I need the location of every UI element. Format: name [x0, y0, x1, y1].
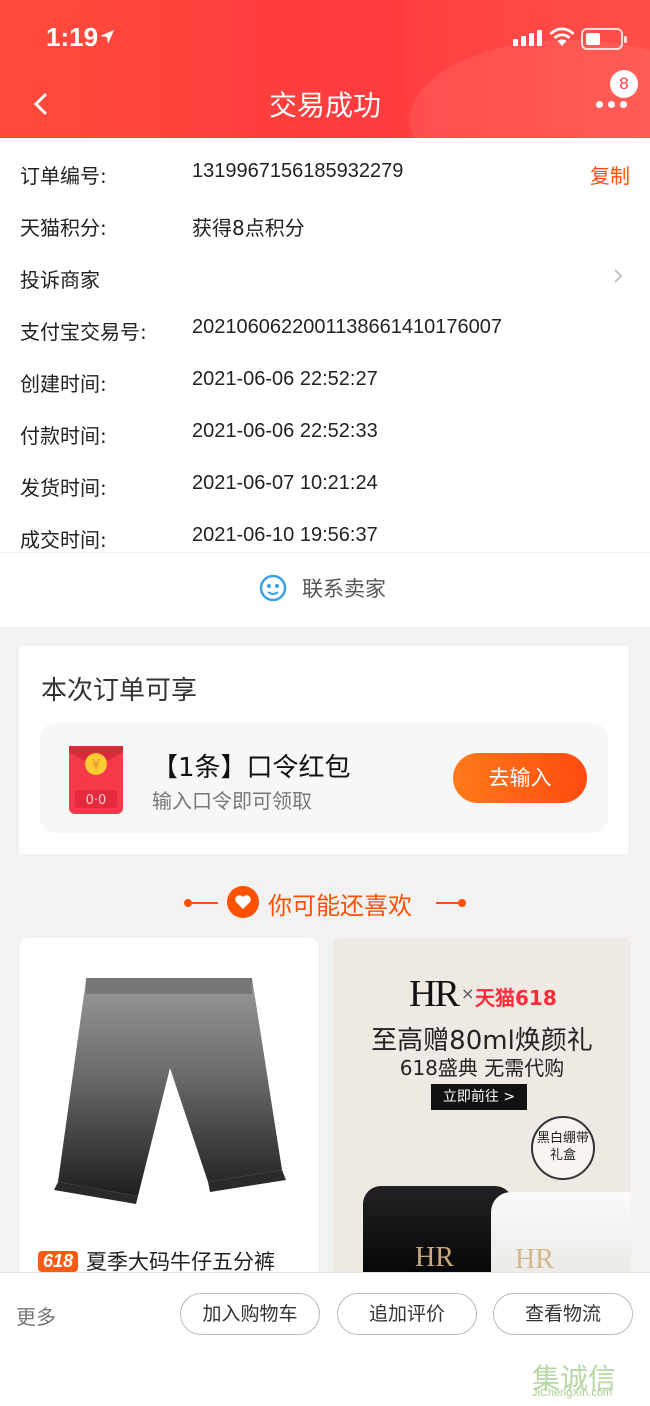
recommend-heading: 你可能还喜欢	[0, 880, 650, 926]
paid-time-label: 付款时间:	[20, 424, 107, 448]
add-to-cart-button[interactable]: 加入购物车	[180, 1293, 320, 1335]
created-time-row: 创建时间: 2021-06-06 22:52:27	[0, 354, 650, 406]
decor-dot	[184, 899, 192, 907]
complaint-label: 投诉商家	[20, 268, 100, 292]
benefit-card: 本次订单可享 ¥ 0·0 【1条】口令红包 输入口令即可领取 去输入	[19, 646, 628, 854]
shipped-time-row: 发货时间: 2021-06-07 10:21:24	[0, 458, 650, 510]
product-card[interactable]: 618 夏季大码牛仔五分裤	[20, 938, 318, 1278]
svg-text:¥: ¥	[92, 758, 100, 773]
ad-go-button[interactable]: 立即前往 >	[431, 1084, 527, 1110]
view-logistics-button[interactable]: 查看物流	[493, 1293, 633, 1335]
signal-icon	[513, 30, 542, 46]
created-time-label: 创建时间:	[20, 372, 107, 396]
alipay-value: 2021060622001138661410176007	[192, 316, 502, 338]
white-jar-image: HR	[491, 1192, 631, 1278]
gift-box-badge: 黑白绷带礼盒	[531, 1116, 595, 1180]
chevron-right-icon	[614, 269, 623, 283]
header: 1:19 交易成功 8	[0, 0, 650, 138]
points-row: 天猫积分: 获得8点积分	[0, 198, 650, 250]
product-image	[54, 978, 286, 1204]
decor-line	[192, 902, 218, 904]
page-title: 交易成功	[268, 89, 381, 122]
wifi-icon	[549, 27, 575, 46]
shipped-time-value: 2021-06-07 10:21:24	[192, 472, 378, 494]
notification-badge: 8	[610, 70, 638, 98]
contact-seller-label: 联系卖家	[302, 577, 386, 601]
red-packet-icon: ¥ 0·0	[69, 746, 123, 814]
ad-card[interactable]: HR × 天猫618 至高赠80ml焕颜礼 618盛典 无需代购 立即前往 > …	[333, 938, 631, 1278]
paid-time-row: 付款时间: 2021-06-06 22:52:33	[0, 406, 650, 458]
created-time-value: 2021-06-06 22:52:27	[192, 368, 378, 390]
collab-mark: ×	[461, 984, 475, 1003]
alipay-label: 支付宝交易号:	[20, 320, 147, 344]
points-value: 获得8点积分	[192, 216, 305, 240]
paid-time-value: 2021-06-06 22:52:33	[192, 420, 378, 442]
closed-time-value: 2021-06-10 19:56:37	[192, 524, 378, 546]
order-info-card: 订单编号: 1319967156185932279 复制 天猫积分: 获得8点积…	[0, 138, 650, 552]
decor-dot	[458, 899, 466, 907]
order-number-row: 订单编号: 1319967156185932279 复制	[0, 146, 650, 198]
bottom-action-bar: 更多 加入购物车 追加评价 查看物流 集诚信 JiChengXin.com	[0, 1272, 650, 1406]
ad-subline: 618盛典 无需代购	[399, 1056, 565, 1080]
watermark: 集诚信 JiChengXin.com	[532, 1357, 650, 1401]
more-link[interactable]: 更多	[16, 1301, 56, 1330]
status-time: 1:19	[46, 22, 99, 52]
enter-code-button[interactable]: 去输入	[453, 753, 587, 803]
chat-face-icon	[259, 574, 287, 602]
tmall-618-logo: 天猫618	[475, 986, 557, 1010]
closed-time-label: 成交时间:	[20, 528, 107, 552]
watermark-url: JiChengXin.com	[532, 1387, 613, 1399]
red-packet-item: ¥ 0·0 【1条】口令红包 输入口令即可领取 去输入	[40, 723, 608, 833]
alipay-row: 支付宝交易号: 2021060622001138661410176007	[0, 302, 650, 354]
red-packet-desc: 输入口令即可领取	[152, 789, 312, 813]
recommend-title: 你可能还喜欢	[268, 892, 412, 920]
contact-seller-button[interactable]: 联系卖家	[0, 552, 650, 627]
promo-618-tag: 618	[38, 1250, 79, 1272]
svg-text:0·0: 0·0	[86, 793, 107, 808]
shipped-time-label: 发货时间:	[20, 476, 107, 500]
add-review-button[interactable]: 追加评价	[337, 1293, 477, 1335]
red-packet-name: 【1条】口令红包	[152, 753, 351, 783]
benefit-title: 本次订单可享	[41, 676, 198, 706]
order-number-value: 1319967156185932279	[192, 160, 404, 182]
location-arrow-icon	[100, 30, 114, 44]
points-label: 天猫积分:	[20, 216, 107, 240]
battery-icon	[581, 28, 627, 50]
order-number-label: 订单编号:	[20, 164, 107, 188]
brand-logo: HR	[409, 973, 460, 1015]
copy-button[interactable]: 复制	[590, 160, 630, 189]
complaint-row[interactable]: 投诉商家	[0, 250, 650, 302]
heart-icon	[227, 886, 259, 918]
